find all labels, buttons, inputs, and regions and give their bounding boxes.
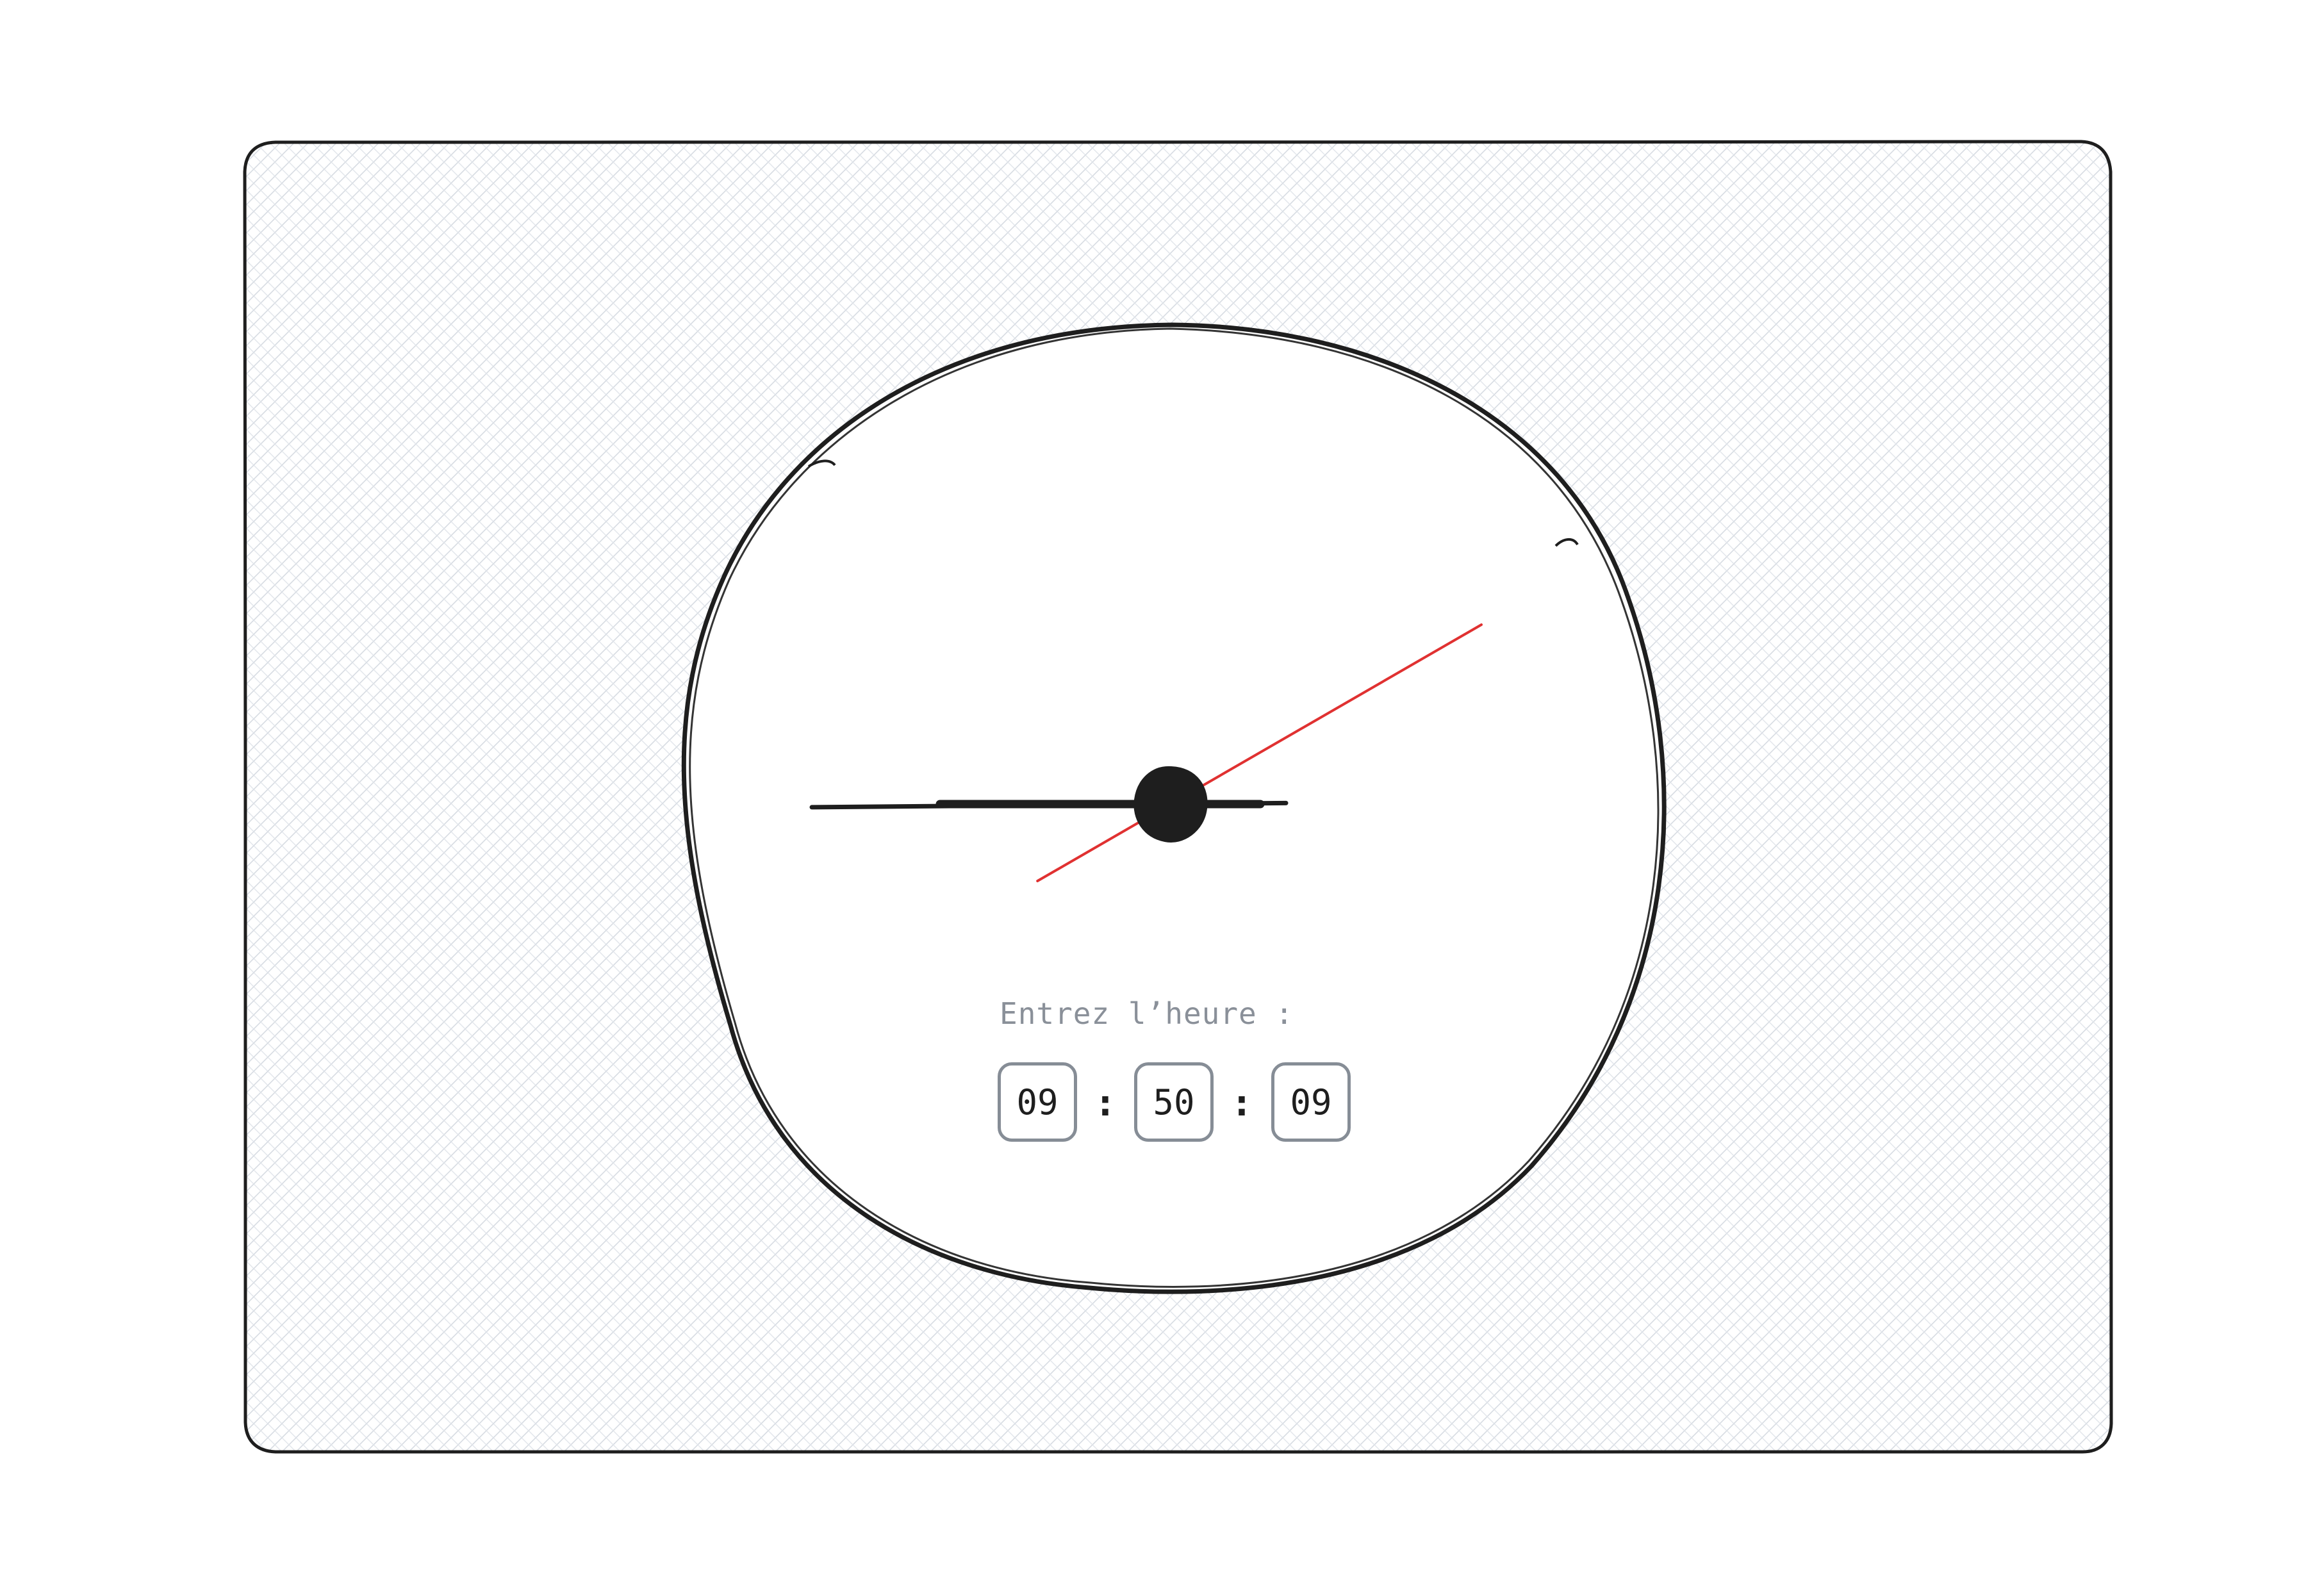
minutes-field[interactable]: 50 — [1134, 1062, 1214, 1142]
hours-field[interactable]: 09 — [998, 1062, 1077, 1142]
time-separator: : — [1230, 1081, 1253, 1124]
center-cap — [1133, 766, 1208, 843]
clock-scene — [243, 140, 2113, 1454]
time-entry-label: Entrez l’heure : — [1000, 996, 1294, 1031]
time-separator: : — [1094, 1081, 1117, 1124]
seconds-field[interactable]: 09 — [1271, 1062, 1351, 1142]
